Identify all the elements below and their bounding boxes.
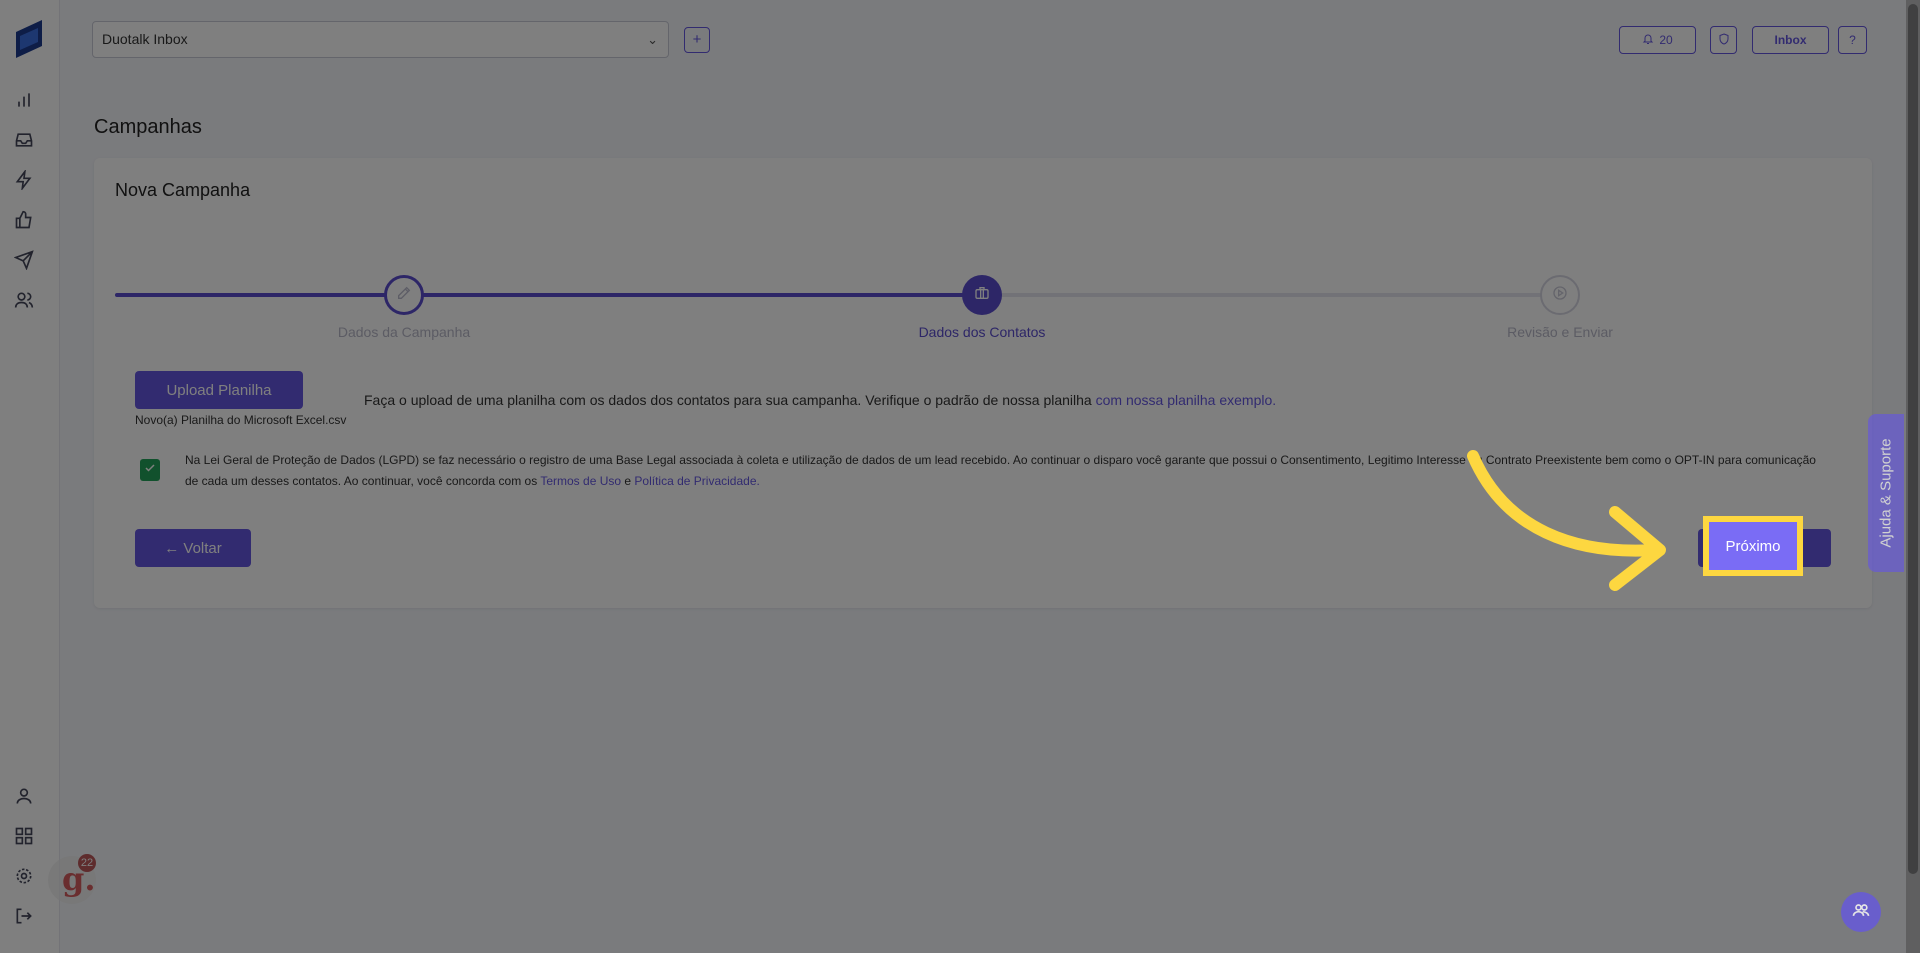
users-icon <box>1851 900 1871 925</box>
next-button-label: Próximo <box>1725 537 1781 555</box>
next-button[interactable]: Próximo <box>1703 516 1803 576</box>
help-support-label: Ajuda & Suporte <box>1877 438 1895 548</box>
chat-button[interactable] <box>1841 892 1881 932</box>
help-support-tab[interactable]: Ajuda & Suporte <box>1868 414 1904 572</box>
tutorial-arrow-icon <box>1467 450 1666 591</box>
